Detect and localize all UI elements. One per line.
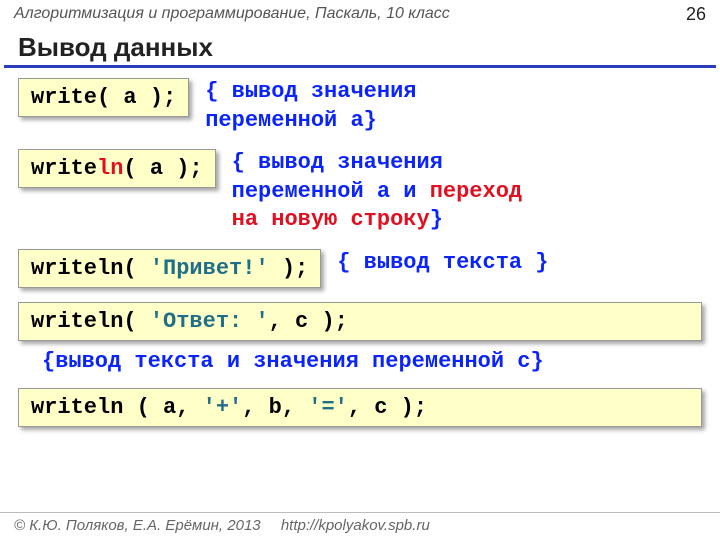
code-write: write( a ); (18, 78, 189, 117)
code-writeln-answer: writeln( 'Ответ: ', c ); (18, 302, 702, 341)
page-title: Вывод данных (0, 28, 720, 65)
copyright: © К.Ю. Поляков, Е.А. Ерёмин, 2013 (14, 517, 261, 534)
subject-line: Алгоритмизация и программирование, Паска… (14, 5, 450, 23)
explain-2-l3: на новую строку} (232, 206, 522, 235)
explain-3: { вывод текста } (337, 249, 548, 278)
page-number: 26 (686, 4, 706, 25)
slide-footer: © К.Ю. Поляков, Е.А. Ерёмин, 2013 http:/… (0, 512, 720, 540)
explain-4: {вывод текста и значения переменной c} (42, 349, 702, 374)
slide-header: Алгоритмизация и программирование, Паска… (0, 0, 720, 28)
example-1: write( a ); { вывод значения переменной … (18, 78, 702, 135)
explain-2-l2: переменной a и переход (232, 178, 522, 207)
code-writeln-string: writeln( 'Привет!' ); (18, 249, 321, 288)
explain-1: { вывод значения переменной a} (205, 78, 416, 135)
example-4: writeln( 'Ответ: ', c ); {вывод текста и… (18, 302, 702, 374)
code-writeln-a: writeln( a ); (18, 149, 216, 188)
explain-2: { вывод значения переменной a и переход … (232, 149, 522, 235)
title-rule (4, 65, 716, 68)
footer-url: http://kpolyakov.spb.ru (281, 517, 430, 534)
explain-1-l1: { вывод значения (205, 78, 416, 107)
example-5: writeln ( a, '+', b, '=', c ); (18, 388, 702, 427)
content-area: write( a ); { вывод значения переменной … (0, 78, 720, 427)
explain-1-l2: переменной a} (205, 107, 416, 136)
explain-2-l1: { вывод значения (232, 149, 522, 178)
code-writeln-expr: writeln ( a, '+', b, '=', c ); (18, 388, 702, 427)
example-2: writeln( a ); { вывод значения переменно… (18, 149, 702, 235)
example-3: writeln( 'Привет!' ); { вывод текста } (18, 249, 702, 288)
